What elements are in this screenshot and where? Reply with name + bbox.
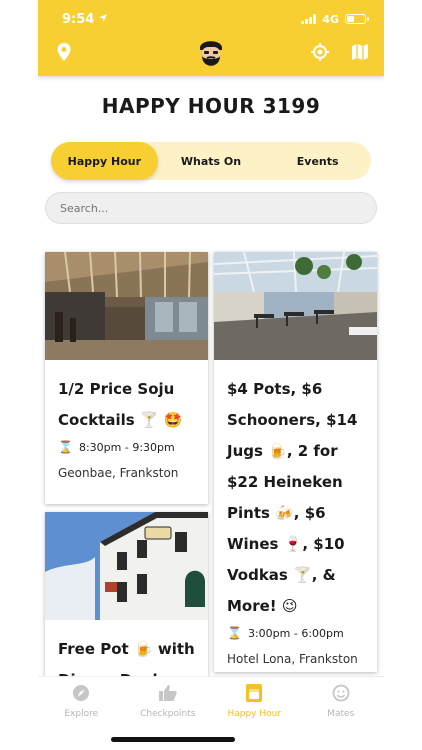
deal-time-text: 3:00pm - 6:00pm — [247, 626, 344, 640]
tab-events[interactable]: Events — [264, 142, 371, 180]
venue-photo — [45, 512, 208, 620]
battery-icon — [345, 14, 369, 24]
nav-label: Checkpoints — [140, 709, 196, 719]
status-bar: 9:54 4G — [62, 10, 369, 28]
compass-icon — [71, 683, 91, 703]
map-icon[interactable] — [348, 40, 372, 64]
hourglass-icon: ⌛ — [227, 626, 242, 640]
venue-photo — [45, 252, 208, 360]
deal-card[interactable]: $4 Pots, $6 Schooners, $14 Jugs 🍺, 2 for… — [214, 252, 377, 672]
status-time: 9:54 — [62, 11, 95, 27]
map-pin-icon[interactable] — [52, 40, 76, 64]
nav-label: Mates — [327, 709, 355, 719]
thumbs-up-icon — [158, 683, 178, 703]
nav-label: Explore — [64, 709, 99, 719]
category-tabs: Happy Hour Whats On Events — [51, 142, 371, 180]
locate-crosshair-icon[interactable] — [308, 40, 332, 64]
deal-time: ⌛ 3:00pm - 6:00pm — [227, 626, 364, 640]
top-bar: 9:54 4G — [38, 0, 384, 76]
tab-whats-on[interactable]: Whats On — [158, 142, 265, 180]
nav-label: Happy Hour — [227, 709, 282, 719]
page-title: HAPPY HOUR 3199 — [101, 94, 321, 118]
network-type: 4G — [322, 12, 339, 26]
venue-photo — [214, 252, 377, 360]
search-input[interactable] — [45, 192, 377, 224]
deal-text: 1/2 Price Soju Cocktails 🍸 🤩 — [58, 380, 183, 429]
signal-icon — [301, 14, 317, 24]
home-indicator[interactable] — [111, 737, 235, 742]
mascot-logo[interactable] — [196, 36, 226, 70]
venue-name: Geonbae, Frankston — [58, 466, 179, 480]
deal-time-text: 8:30pm - 9:30pm — [78, 440, 175, 454]
nav-mates[interactable]: Mates — [298, 677, 385, 750]
smiley-icon — [331, 683, 351, 703]
venue-name: Hotel Lona, Frankston — [227, 652, 358, 666]
hourglass-icon: ⌛ — [58, 440, 73, 454]
deal-card[interactable]: 1/2 Price Soju Cocktails 🍸 🤩 ⌛ 8:30pm - … — [45, 252, 208, 504]
beer-glass-icon — [244, 683, 264, 703]
app-screen: 9:54 4G HAPPY HOUR 3199 Happy Hour Whats… — [38, 0, 384, 750]
location-arrow-icon — [98, 12, 108, 27]
deal-text: $4 Pots, $6 Schooners, $14 Jugs 🍺, 2 for… — [227, 380, 358, 615]
tab-happy-hour[interactable]: Happy Hour — [51, 142, 158, 180]
deal-time: ⌛ 8:30pm - 9:30pm — [58, 440, 195, 454]
